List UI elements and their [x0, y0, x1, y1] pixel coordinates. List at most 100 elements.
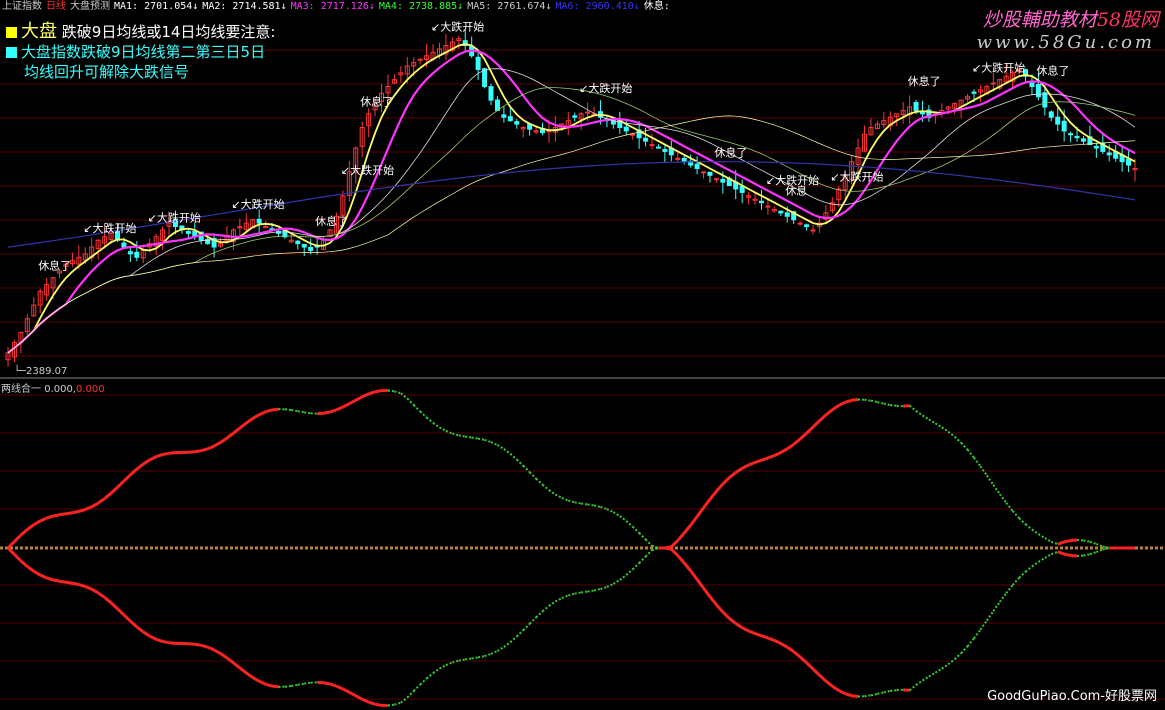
upper-line-segment [1011, 510, 1020, 519]
lower-line-segment [503, 641, 511, 648]
annotation-label: 休息了 [908, 74, 941, 88]
lower-line-segment [84, 585, 93, 591]
lower-line-segment [522, 623, 531, 631]
candle-body [475, 56, 481, 70]
upper-line-segment [581, 502, 588, 506]
upper-line-segment [116, 479, 125, 489]
candle-body [701, 171, 707, 174]
upper-line-segment [219, 436, 228, 444]
brand-text-2: 58股网 [1096, 9, 1159, 31]
upper-line-segment [676, 532, 686, 542]
lower-line-segment [767, 636, 775, 642]
upper-line-segment [1083, 539, 1091, 543]
candle-body [127, 251, 133, 255]
lower-line-segment [631, 562, 640, 571]
upper-line-segment [644, 538, 653, 547]
lower-line-segment [19, 559, 29, 568]
upper-line-segment [715, 483, 724, 493]
lower-line-segment [928, 671, 936, 678]
lower-line-segment [284, 684, 292, 688]
upper-line-segment [361, 392, 370, 399]
lower-line-segment [135, 625, 145, 634]
lower-line-segment [581, 590, 588, 594]
candle-body [1126, 158, 1132, 166]
brand-watermark: 炒股輔助教材58股网 [983, 5, 1159, 32]
lower-line-segment [992, 601, 1001, 612]
candle-body [1035, 84, 1041, 98]
upper-line-segment [824, 408, 834, 417]
lower-line-segment [110, 601, 119, 610]
candle-body [185, 230, 191, 234]
header-item-4: MA2: 2714.581↓ [202, 1, 287, 12]
annotation-label: 休息了 [714, 146, 747, 160]
upper-line-segment [1037, 533, 1046, 539]
lower-line-segment [207, 645, 215, 652]
upper-line-segment [568, 499, 575, 504]
legend-prefix: 大盘 [21, 21, 57, 42]
header-item-7: MA5: 2761.674↓ [467, 1, 552, 12]
upper-line-segment [329, 408, 337, 414]
upper-line-segment [1070, 538, 1078, 543]
candle-body [694, 163, 700, 169]
lower-line-segment [1011, 577, 1020, 586]
upper-line-segment [741, 463, 750, 470]
yellow-square-icon [6, 27, 17, 38]
upper-line-segment [90, 501, 99, 509]
lower-line-segment [612, 579, 621, 585]
upper-line-segment [805, 425, 815, 435]
upper-line-segment [574, 501, 582, 505]
lower-line-segment [432, 667, 441, 674]
upper-line-segment [194, 449, 202, 454]
upper-line-segment [46, 514, 54, 520]
lower-line-segment [251, 676, 260, 683]
lower-line-segment [715, 603, 724, 613]
lower-line-segment [915, 679, 924, 686]
upper-line-segment [760, 456, 769, 462]
upper-line-segment [516, 458, 524, 467]
candle-body [778, 210, 784, 214]
upper-line-segment [323, 410, 331, 415]
candle-body [1080, 138, 1086, 142]
lower-line-segment [864, 694, 872, 698]
candle-body [134, 251, 140, 258]
candle-body [971, 91, 977, 94]
upper-line-segment [251, 413, 260, 420]
lower-line-segment [155, 637, 164, 643]
lower-line-segment [548, 600, 556, 607]
lower-line-segment [1089, 551, 1097, 556]
upper-line-segment [619, 515, 627, 522]
candle-body [797, 222, 803, 225]
low-price-label: └─2389.07 [14, 366, 68, 377]
candle-body [256, 218, 262, 224]
upper-line-segment [851, 398, 859, 402]
lower-line-segment [554, 597, 563, 603]
lower-line-segment [465, 657, 472, 661]
lower-line-segment [708, 595, 718, 606]
upper-line-segment [831, 404, 840, 412]
lower-line-segment [676, 554, 686, 564]
upper-line-segment [13, 534, 22, 543]
upper-line-segment [941, 426, 949, 433]
header-item-1: 日线 [46, 1, 66, 12]
lower-line-segment [342, 687, 351, 694]
upper-line-segment [213, 441, 222, 448]
candle-body [707, 171, 713, 176]
candle-body [649, 144, 655, 147]
upper-line-segment [26, 523, 35, 531]
header-item-5: MA3: 2717.126↓ [290, 1, 375, 12]
upper-line-segment [1095, 542, 1104, 548]
upper-line-segment [207, 444, 215, 451]
upper-line-segment [284, 408, 292, 412]
lower-line-segment [200, 643, 209, 649]
upper-line-segment [631, 525, 640, 534]
lower-line-segment [348, 690, 357, 698]
lower-line-segment [574, 591, 582, 595]
upper-line-segment [238, 421, 248, 430]
upper-line-segment [960, 442, 969, 451]
lower-line-segment [26, 565, 35, 573]
lower-line-segment [245, 671, 254, 679]
upper-line-segment [232, 426, 241, 435]
lower-line-segment [1057, 550, 1065, 556]
legend-text-1: 跌破9日均线或14日均线要注意: [61, 23, 276, 41]
lower-line-segment [1095, 548, 1104, 554]
